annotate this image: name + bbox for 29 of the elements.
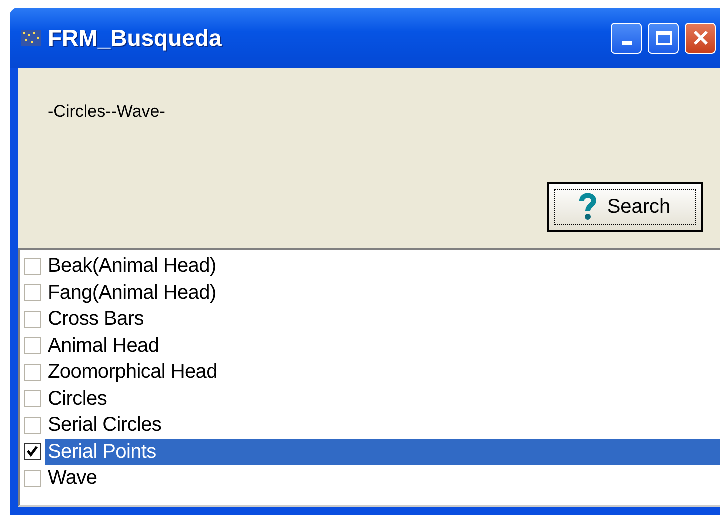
list-item[interactable]: Serial Points bbox=[45, 438, 720, 465]
minimize-icon bbox=[622, 41, 632, 45]
checkbox[interactable] bbox=[24, 416, 41, 434]
search-button[interactable]: Search bbox=[547, 182, 703, 232]
checkbox[interactable] bbox=[24, 470, 41, 487]
list-item[interactable]: Wave bbox=[45, 465, 720, 492]
list-item[interactable]: Fang(Animal Head) bbox=[45, 280, 720, 306]
maximize-button[interactable] bbox=[648, 22, 679, 54]
app-icon bbox=[20, 28, 42, 48]
window-title: FRM_Busqueda bbox=[48, 24, 222, 52]
list-item[interactable]: Circles bbox=[45, 386, 720, 412]
question-mark-icon bbox=[579, 193, 598, 221]
checkbox[interactable] bbox=[24, 443, 41, 460]
checkbox[interactable] bbox=[24, 310, 41, 328]
list-item[interactable]: Animal Head bbox=[45, 332, 720, 359]
list-item[interactable]: Cross Bars bbox=[45, 306, 720, 332]
close-icon bbox=[692, 29, 710, 47]
checkbox[interactable] bbox=[24, 337, 41, 354]
maximize-icon bbox=[654, 30, 672, 46]
checkbox[interactable] bbox=[24, 284, 41, 302]
selection-label: -Circles--Wave- bbox=[48, 102, 166, 122]
list-item[interactable]: Beak(Animal Head) bbox=[45, 253, 720, 280]
list-item[interactable]: Serial Circles bbox=[45, 412, 720, 438]
checkbox[interactable] bbox=[24, 258, 41, 275]
checkbox[interactable] bbox=[24, 390, 41, 408]
close-button[interactable] bbox=[685, 22, 716, 54]
list-item[interactable]: Zoomorphical Head bbox=[45, 359, 720, 386]
minimize-button[interactable] bbox=[611, 22, 642, 54]
checkbox[interactable] bbox=[24, 364, 41, 381]
